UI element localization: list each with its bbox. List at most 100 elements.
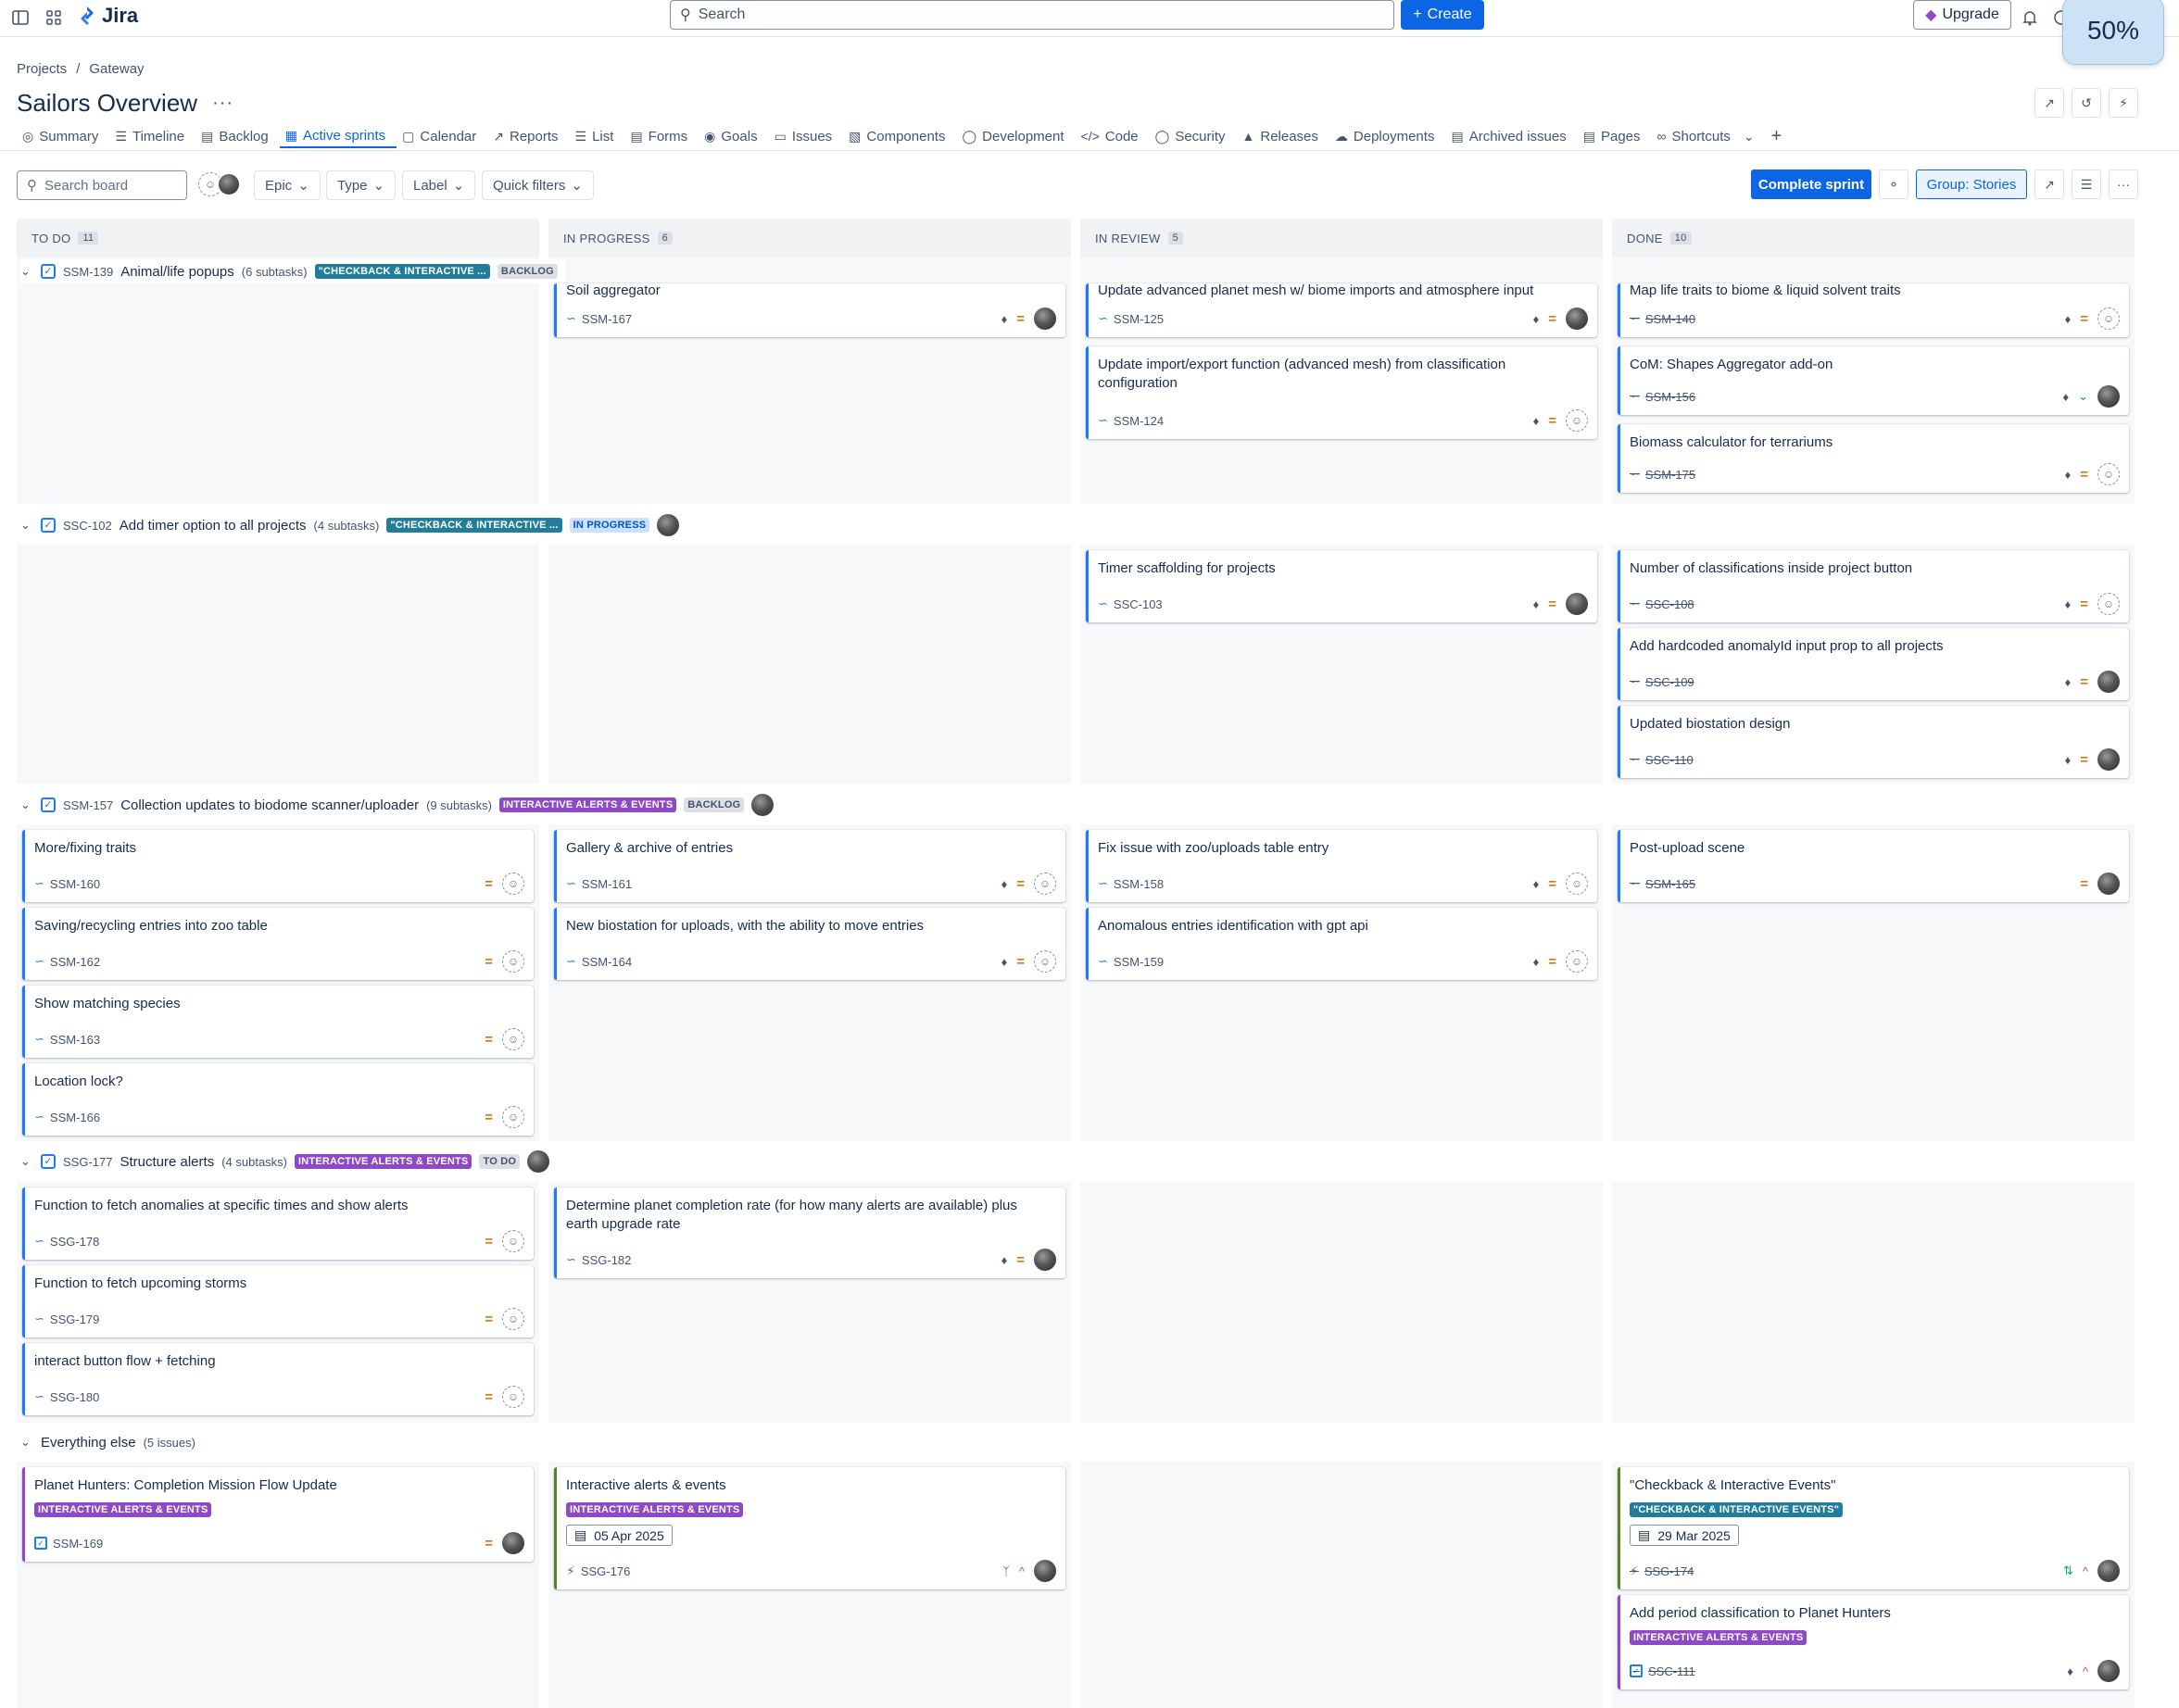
issue-card[interactable]: "Checkback & Interactive Events" "CHECKB… [1618,1467,2129,1589]
issue-card[interactable]: Function to fetch upcoming storms ∽ SSG-1… [22,1265,534,1338]
label-filter[interactable]: Label ⌄ [402,170,476,200]
issue-card[interactable]: Number of classifications inside project… [1618,550,2129,622]
tab-reports[interactable]: ↗ Reports [487,124,569,148]
card-key[interactable]: SSM-162 [50,955,100,969]
create-button[interactable]: + Create [1401,0,1484,30]
lane-key[interactable]: SSC-102 [63,519,112,533]
card-key[interactable]: SSG-180 [50,1390,99,1404]
issue-card[interactable]: Soil aggregator ∽ SSM-167 ♦ = [554,283,1065,337]
swimlane-header[interactable]: ⌄ ✓ SSC-102 Add timer option to all proj… [20,513,680,537]
swimlane-header[interactable]: ⌄ ✓ SSM-139 Animal/life popups (6 subtas… [20,259,565,283]
tab-pages[interactable]: ▤ Pages [1578,124,1652,148]
avatar[interactable] [657,514,680,536]
card-key[interactable]: SSM-166 [50,1111,100,1124]
status-lozenge[interactable]: BACKLOG [684,797,745,812]
issue-card[interactable]: Map life traits to biome & liquid solven… [1618,283,2129,337]
type-filter[interactable]: Type ⌄ [326,170,397,200]
unassigned-avatar-icon[interactable]: ☺ [2097,593,2120,615]
issue-card[interactable]: Updated biostation design ∽ SSC-110 ♦ = [1618,706,2129,778]
card-key[interactable]: SSM-140 [1645,312,1695,326]
tab-list[interactable]: ☰ List [570,124,625,148]
issue-card[interactable]: Biomass calculator for terrariums ∽ SSM-1… [1618,424,2129,493]
card-key[interactable]: SSC-110 [1645,753,1694,767]
card-key[interactable]: SSM-163 [50,1033,100,1047]
notifications-bell-icon[interactable] [2020,7,2040,28]
issue-card[interactable]: Add hardcoded anomalyId input prop to al… [1618,628,2129,700]
tab-calendar[interactable]: ▢ Calendar [397,124,487,148]
card-key[interactable]: SSM-125 [1114,312,1164,326]
issue-card[interactable]: Saving/recycling entries into zoo table … [22,908,534,980]
avatar[interactable] [502,1532,524,1554]
card-key[interactable]: SSM-158 [1114,877,1164,891]
upgrade-button[interactable]: ◆ Upgrade [1913,0,2011,30]
due-date-chip[interactable]: ▤ 05 Apr 2025 [566,1525,673,1546]
unassigned-avatar-icon[interactable]: ☺ [502,873,524,895]
issue-card[interactable]: Post-upload scene ∽ SSM-165 = [1618,830,2129,902]
unassigned-avatar-icon[interactable]: ☺ [502,1308,524,1330]
quick-filters[interactable]: Quick filters ⌄ [482,170,594,200]
avatar[interactable] [1034,1560,1056,1582]
avatar[interactable] [751,794,775,816]
unassigned-avatar-icon[interactable]: ☺ [502,1230,524,1252]
chevron-down-icon[interactable]: ⌄ [20,264,33,279]
issue-card[interactable]: Determine planet completion rate (for ho… [554,1187,1065,1278]
tab-archived-issues[interactable]: ▤ Archived issues [1445,124,1577,148]
card-key[interactable]: SSM-169 [53,1537,103,1551]
lane-title[interactable]: Add timer option to all projects [120,518,307,534]
avatar[interactable] [2097,748,2120,771]
issue-card[interactable]: Anomalous entries identification with gp… [1086,908,1597,980]
status-lozenge[interactable]: BACKLOG [497,264,558,279]
lane-title[interactable]: Structure alerts [120,1154,214,1170]
tab-components[interactable]: ▧ Components [843,124,956,148]
avatar[interactable] [1034,308,1056,330]
tab-timeline[interactable]: ☰ Timeline [109,124,195,148]
issue-card[interactable]: Planet Hunters: Completion Mission Flow … [22,1467,534,1562]
tab-forms[interactable]: ▤ Forms [624,124,699,148]
lane-key[interactable]: SSM-139 [63,265,113,279]
card-key[interactable]: SSC-109 [1645,675,1694,689]
board-search-input[interactable]: ⚲ Search board [17,170,187,200]
issue-card[interactable]: More/fixing traits ∽ SSM-160 = ☺ [22,830,534,902]
view-settings-icon[interactable]: ☰ [2072,170,2101,199]
card-key[interactable]: SSM-156 [1645,390,1695,404]
tab-security[interactable]: ◯ Security [1150,124,1237,148]
card-key[interactable]: SSM-167 [582,312,632,326]
card-key[interactable]: SSM-165 [1645,877,1695,891]
issue-card[interactable]: CoM: Shapes Aggregator add-on ∽ SSM-156 ♦… [1618,346,2129,415]
card-key[interactable]: SSG-179 [50,1312,99,1326]
global-search-input[interactable]: ⚲ Search [670,0,1394,30]
issue-card[interactable]: Show matching species ∽ SSM-163 = ☺ [22,986,534,1058]
card-key[interactable]: SSG-182 [582,1253,631,1267]
unassigned-avatar-icon[interactable]: ☺ [1034,873,1056,895]
tab-releases[interactable]: ▲ Releases [1237,124,1329,148]
feedback-icon[interactable]: ⚬ [1879,170,1908,199]
card-key[interactable]: SSC-111 [1648,1664,1695,1678]
card-key[interactable]: SSM-159 [1114,955,1164,969]
avatar[interactable] [2097,1660,2120,1682]
card-key[interactable]: SSG-176 [581,1564,630,1578]
card-key[interactable]: SSG-174 [1644,1564,1694,1578]
insights-icon[interactable]: ↗ [2034,170,2064,199]
avatar[interactable] [1034,1249,1056,1271]
tab-shortcuts[interactable]: ∞ Shortcuts ⌄ [1652,124,1766,148]
issue-card[interactable]: New biostation for uploads, with the abi… [554,908,1065,980]
avatar[interactable] [1566,593,1588,615]
tab-goals[interactable]: ◉ Goals [699,124,768,148]
swimlane-header[interactable]: ⌄ ✓ SSG-177 Structure alerts (4 subtasks… [20,1149,550,1174]
unassigned-avatar-icon[interactable]: ☺ [2097,308,2120,330]
card-key[interactable]: SSM-164 [582,955,632,969]
lane-key[interactable]: SSG-177 [63,1155,112,1169]
card-key[interactable]: SSM-175 [1645,468,1695,482]
unassigned-avatar-icon[interactable]: ☺ [502,1386,524,1408]
chevron-down-icon[interactable]: ⌄ [20,518,33,533]
sidebar-toggle-icon[interactable] [10,7,31,28]
tab-issues[interactable]: ▭ Issues [769,124,844,148]
status-lozenge[interactable]: IN PROGRESS [569,518,650,533]
lane-title[interactable]: Animal/life popups [120,264,234,280]
unassigned-avatar-icon[interactable]: ☺ [502,1028,524,1050]
tab-backlog[interactable]: ▤ Backlog [195,124,280,148]
avatar[interactable] [2097,873,2120,895]
chevron-down-icon[interactable]: ⌄ [20,1435,33,1450]
breadcrumb-projects[interactable]: Projects [17,61,67,77]
card-key[interactable]: SSC-108 [1645,597,1694,611]
